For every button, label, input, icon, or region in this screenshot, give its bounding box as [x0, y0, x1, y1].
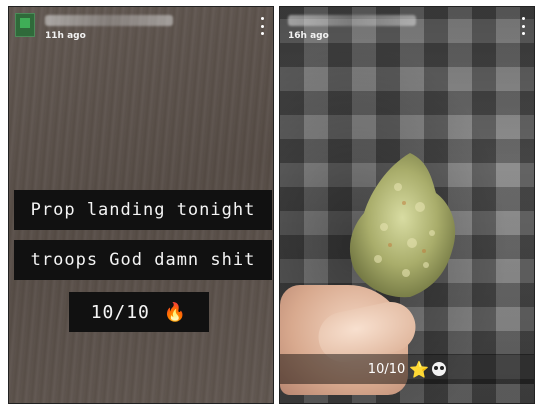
caption-line-1: Prop landing tonight: [14, 190, 272, 230]
caption-bar: 10/10 ⭐: [280, 354, 534, 384]
more-options-button[interactable]: [259, 17, 265, 35]
story-header: 16h ago: [286, 11, 528, 41]
caption-line-2: troops God damn shit: [14, 240, 272, 280]
story-right[interactable]: 16h ago 10/10 ⭐: [279, 6, 535, 404]
timestamp: 16h ago: [288, 31, 329, 41]
more-vertical-icon: [260, 17, 264, 20]
username-redacted[interactable]: [45, 15, 173, 26]
username-redacted[interactable]: [288, 15, 416, 26]
caption-rating: 10/10 🔥: [69, 292, 209, 332]
more-options-button[interactable]: [520, 17, 526, 35]
dizzy-face-icon: [432, 362, 447, 376]
story-header: 11h ago: [15, 11, 267, 41]
rating-text: 10/10: [90, 301, 150, 323]
timestamp: 11h ago: [45, 31, 86, 41]
more-vertical-icon: [521, 17, 525, 20]
plant-bud-image: [349, 153, 456, 298]
avatar[interactable]: [15, 13, 35, 37]
fire-icon: 🔥: [163, 301, 188, 323]
star-icon: ⭐: [409, 359, 430, 379]
story-left[interactable]: 11h ago Prop landing tonight troops God …: [8, 6, 274, 404]
rating-text: 10/10: [367, 361, 406, 377]
